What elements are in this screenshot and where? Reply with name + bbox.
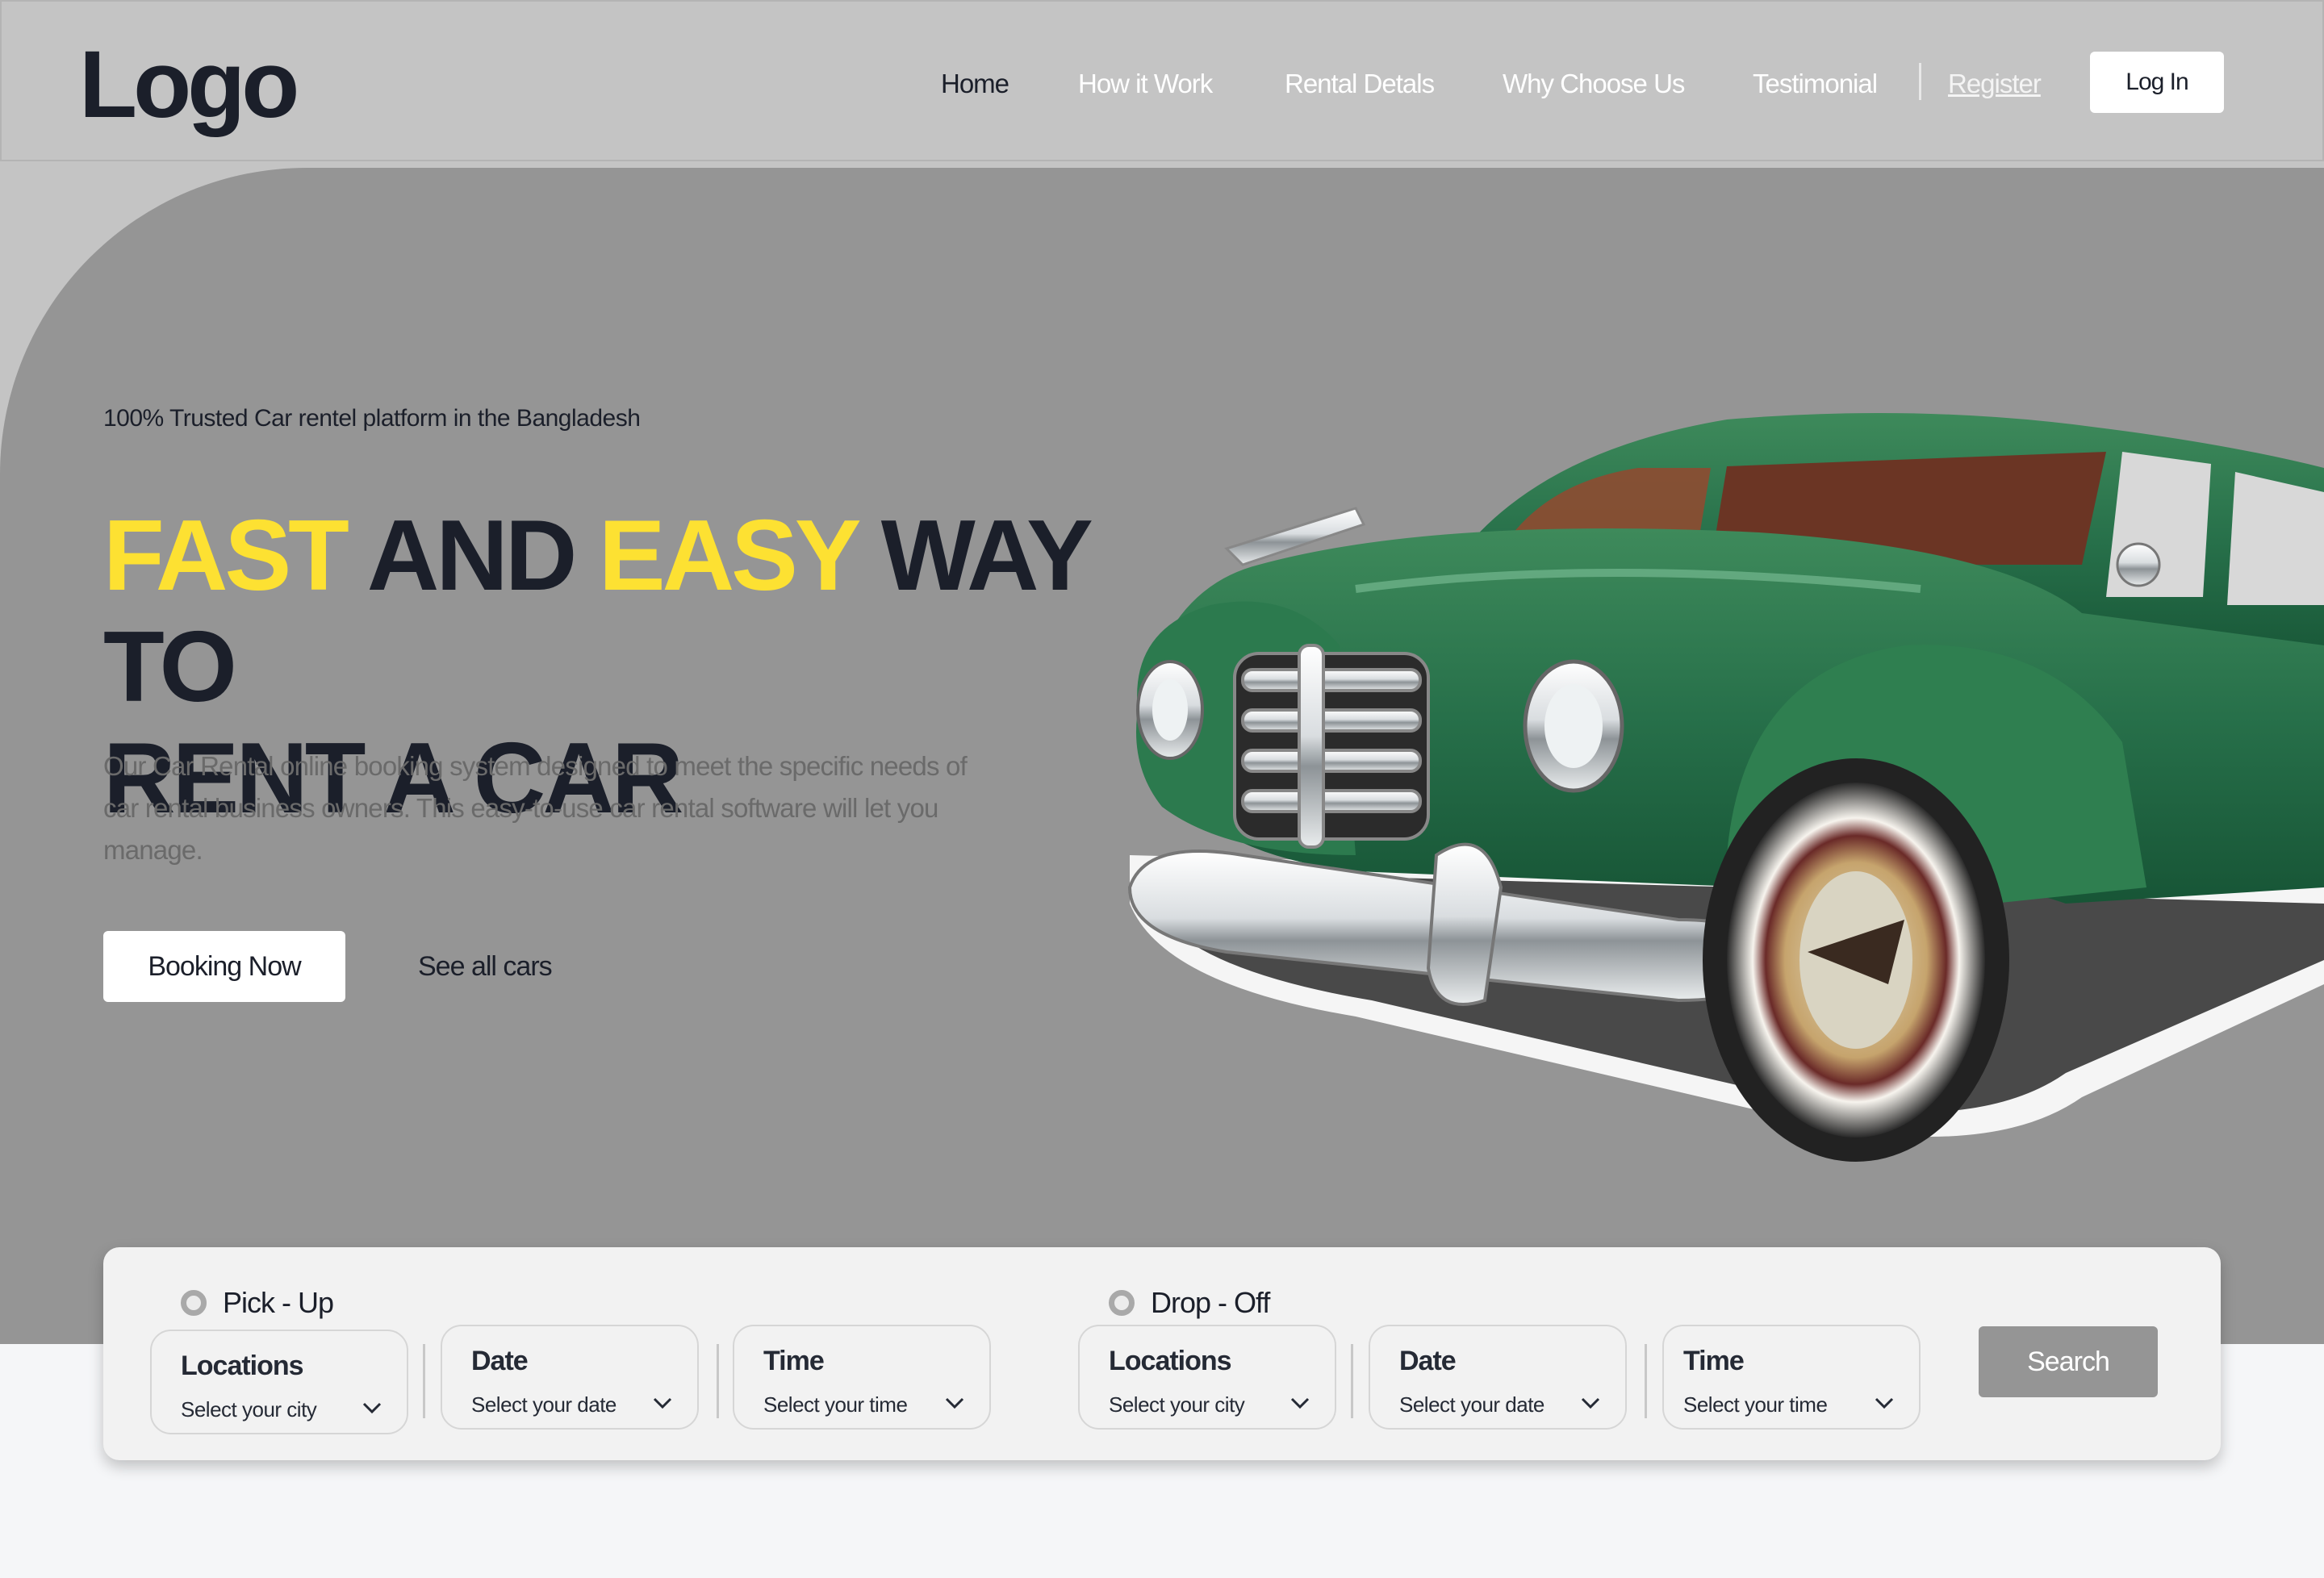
dropoff-date-value: Select your date	[1399, 1392, 1544, 1417]
hero-description: Our Car Rental online booking system des…	[103, 751, 968, 865]
headline-word-fast: FAST	[103, 500, 349, 612]
dropoff-label: Drop - Off	[1151, 1286, 1270, 1319]
pickup-time-value: Select your time	[763, 1392, 908, 1417]
dropoff-date-title: Date	[1399, 1346, 1457, 1376]
vintage-car-image	[1127, 413, 2324, 1162]
search-button[interactable]: Search	[1979, 1326, 2158, 1397]
chevron-down-icon	[653, 1397, 672, 1409]
field-divider	[1645, 1344, 1647, 1418]
nav-link-testimonial[interactable]: Testimonial	[1753, 61, 1878, 106]
dropoff-time-value: Select your time	[1683, 1392, 1828, 1417]
field-divider	[717, 1344, 719, 1418]
nav-divider	[1919, 63, 1921, 100]
nav-link-why-choose-us[interactable]: Why Choose Us	[1503, 61, 1685, 106]
dropoff-location-select[interactable]: Locations Select your city	[1078, 1325, 1336, 1430]
pickup-label: Pick - Up	[223, 1286, 334, 1319]
chevron-down-icon	[1290, 1397, 1310, 1409]
chevron-down-icon	[1581, 1397, 1600, 1409]
dropoff-time-select[interactable]: Time Select your time	[1662, 1325, 1921, 1430]
pickup-location-title: Locations	[181, 1350, 304, 1381]
headline-word-easy: EASY	[598, 500, 859, 612]
nav-link-rental-details[interactable]: Rental Detals	[1285, 61, 1435, 106]
pickup-location-select[interactable]: Locations Select your city	[150, 1330, 408, 1434]
pickup-radio[interactable]	[181, 1290, 207, 1316]
pickup-location-value: Select your city	[181, 1397, 317, 1421]
nav-link-home[interactable]: Home	[941, 61, 1009, 106]
hero-tagline: 100% Trusted Car rentel platform in the …	[103, 405, 641, 432]
chevron-down-icon	[362, 1402, 382, 1414]
dropoff-location-value: Select your city	[1109, 1392, 1245, 1417]
login-button[interactable]: Log In	[2090, 52, 2224, 113]
field-divider	[423, 1344, 425, 1418]
dropoff-time-title: Time	[1683, 1346, 1745, 1376]
booking-now-button[interactable]: Booking Now	[103, 931, 345, 1002]
booking-search-panel: Pick - Up Drop - Off Locations Select yo…	[103, 1247, 2221, 1460]
chevron-down-icon	[945, 1397, 964, 1409]
headline-word-and: AND	[345, 500, 599, 612]
chevron-down-icon	[1875, 1397, 1894, 1409]
logo[interactable]: Logo	[79, 32, 299, 137]
dropoff-date-select[interactable]: Date Select your date	[1369, 1325, 1627, 1430]
field-divider	[1351, 1344, 1353, 1418]
pickup-time-title: Time	[763, 1346, 825, 1376]
pickup-date-value: Select your date	[471, 1392, 617, 1417]
dropoff-radio[interactable]	[1109, 1290, 1135, 1316]
pickup-date-title: Date	[471, 1346, 529, 1376]
nav-link-how-it-work[interactable]: How it Work	[1078, 61, 1213, 106]
dropoff-option[interactable]: Drop - Off	[1109, 1286, 1270, 1320]
pickup-time-select[interactable]: Time Select your time	[733, 1325, 991, 1430]
pickup-option[interactable]: Pick - Up	[181, 1286, 334, 1320]
site-header: Logo Home How it Work Rental Detals Why …	[0, 0, 2324, 161]
pickup-date-select[interactable]: Date Select your date	[441, 1325, 699, 1430]
see-all-cars-link[interactable]: See all cars	[418, 944, 553, 989]
register-link[interactable]: Register	[1948, 61, 2042, 106]
dropoff-location-title: Locations	[1109, 1346, 1232, 1376]
